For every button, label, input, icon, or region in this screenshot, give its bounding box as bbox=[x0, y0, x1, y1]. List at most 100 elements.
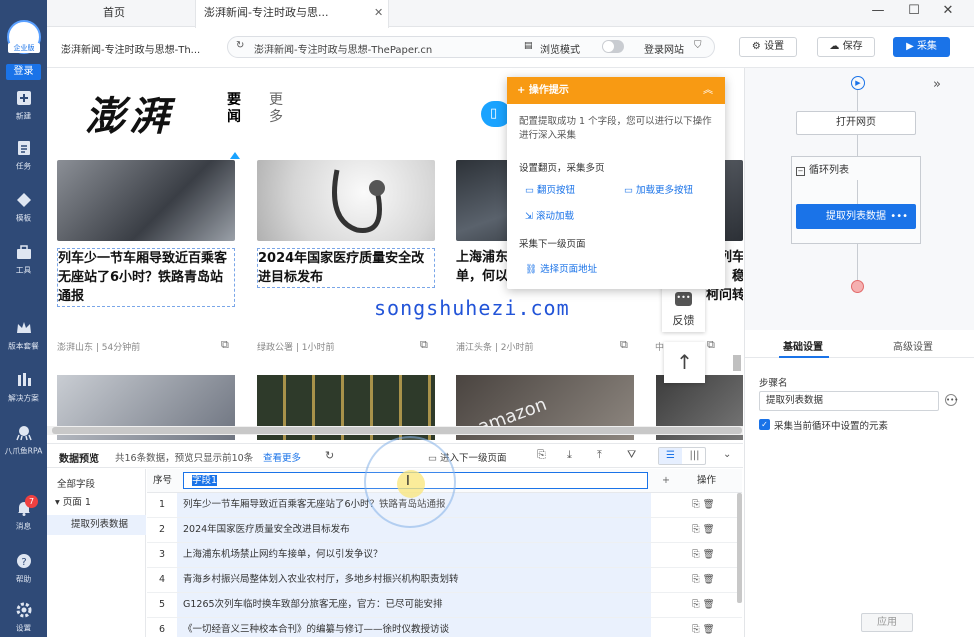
sidebar-item-help[interactable]: ? 帮助 bbox=[0, 553, 47, 597]
row-cell[interactable]: 《一切经音义三种校本合刊》的编纂与修订——徐时仪教授访谈 bbox=[177, 618, 651, 637]
sidebar-item-template[interactable]: 模板 bbox=[0, 192, 47, 236]
sidebar-item-task[interactable]: 任务 bbox=[0, 140, 47, 184]
tab-active-page[interactable]: 澎湃新闻-专注时政与思... bbox=[195, 0, 389, 28]
news-title[interactable]: 列车少一节车厢导致近百乘客无座站了6小时？铁路青岛站通报 bbox=[57, 248, 235, 307]
sidebar-item-rpa[interactable]: 八爪鱼RPA bbox=[0, 425, 47, 469]
list-view-button[interactable]: ☰ bbox=[659, 448, 682, 464]
row-cell[interactable]: 上海浦东机场禁止网约车接单，何以引发争议？ bbox=[177, 543, 651, 567]
news-image[interactable] bbox=[257, 160, 435, 241]
sidebar-item-settings[interactable]: 设置 bbox=[0, 602, 47, 637]
table-scrollbar[interactable] bbox=[737, 493, 742, 603]
column-view-button[interactable]: ||| bbox=[683, 448, 706, 464]
external-link-icon[interactable]: ⧉ bbox=[221, 338, 229, 352]
settings-tabs: 基础设置 高级设置 bbox=[745, 330, 974, 358]
flow-end-icon bbox=[851, 280, 864, 293]
add-column-icon[interactable]: + bbox=[662, 469, 670, 493]
news-image[interactable] bbox=[57, 160, 235, 241]
sidebar-item-plans[interactable]: 版本套餐 bbox=[0, 320, 47, 364]
flow-connector bbox=[857, 90, 858, 111]
link-page-button[interactable]: ▭ 翻页按钮 bbox=[525, 182, 575, 196]
edit-icon[interactable]: ⎘ bbox=[537, 448, 546, 462]
sidebar-item-messages[interactable]: 消息 bbox=[0, 500, 47, 544]
thepaper-logo[interactable]: 澎湃 bbox=[85, 84, 173, 142]
tab-basic-settings[interactable]: 基础设置 bbox=[783, 338, 823, 353]
row-cell[interactable]: 青海乡村振兴局整体划入农业农村厅，多地乡村振兴机构职责划转 bbox=[177, 568, 651, 592]
sidebar-item-tools[interactable]: 工具 bbox=[0, 244, 47, 288]
table-row[interactable]: 3 上海浦东机场禁止网约车接单，何以引发争议？ ⎘ 🗑 bbox=[147, 543, 742, 568]
more-icon[interactable]: ••• bbox=[890, 204, 908, 229]
link-select-url[interactable]: ⛓ 选择页面地址 bbox=[525, 261, 597, 275]
collect-loop-checkbox[interactable]: ✓ bbox=[759, 419, 770, 430]
back-to-top-button[interactable]: ↑ bbox=[664, 342, 705, 383]
more-options-icon[interactable]: ••• bbox=[945, 394, 958, 406]
refresh-icon[interactable]: ↻ bbox=[325, 449, 334, 462]
refresh-icon[interactable]: ↻ bbox=[236, 40, 244, 51]
table-row[interactable]: 5 G1265次列车临时换车致部分旅客无座，官方：已尽可能安排 ⎘ 🗑 bbox=[147, 593, 742, 618]
news-title[interactable]: 2024年国家医疗质量安全改进目标发布 bbox=[257, 248, 435, 288]
url-box[interactable]: ↻ 澎湃新闻-专注时政与思想-ThePaper.cn ▤ 浏览模式 登录网站 ⛉ bbox=[227, 36, 715, 58]
link-label: 加载更多按钮 bbox=[636, 185, 694, 196]
page-title: 澎湃新闻-专注时政与思想-Th... bbox=[61, 45, 201, 56]
export-icon[interactable]: ⤒ bbox=[597, 448, 602, 462]
external-link-icon[interactable]: ⧉ bbox=[707, 338, 715, 352]
tab-home[interactable]: 首页 bbox=[103, 0, 125, 27]
tab-close-icon[interactable]: ✕ bbox=[374, 0, 383, 27]
sidebar-item-solutions[interactable]: 解决方案 bbox=[0, 372, 47, 416]
row-actions[interactable]: ⎘ 🗑 bbox=[692, 518, 715, 542]
nav-news-link[interactable]: 要闻 bbox=[227, 92, 243, 126]
step-name-label: 步骤名 bbox=[759, 378, 788, 389]
flow-start-icon[interactable]: ▶ bbox=[851, 76, 865, 90]
caret-down-icon: ▾ bbox=[55, 497, 63, 508]
flow-node-loop[interactable]: − 循环列表 bbox=[791, 156, 921, 244]
tree-page-1[interactable]: ▾ 页面 1 bbox=[47, 493, 146, 513]
step-name-input[interactable]: 提取列表数据 bbox=[759, 391, 939, 411]
settings-button[interactable]: ⚙ 设置 bbox=[739, 37, 797, 57]
expand-panel-icon[interactable]: » bbox=[933, 77, 941, 92]
flow-node-open-page[interactable]: 打开网页 bbox=[796, 111, 916, 135]
view-more-link[interactable]: 查看更多 bbox=[263, 450, 301, 464]
link-scroll-load[interactable]: ⇲ 滚动加载 bbox=[525, 208, 574, 222]
collapse-panel-icon[interactable]: ⌄ bbox=[723, 449, 731, 460]
row-index: 3 bbox=[158, 549, 166, 560]
row-actions[interactable]: ⎘ 🗑 bbox=[692, 593, 715, 617]
tree-all-fields[interactable]: 全部字段 bbox=[47, 475, 146, 495]
table-row[interactable]: 6 《一切经音义三种校本合刊》的编纂与修订——徐时仪教授访谈 ⎘ 🗑 bbox=[147, 618, 742, 637]
import-icon[interactable]: ⤓ bbox=[567, 448, 572, 462]
page-icon[interactable]: ▤ bbox=[524, 41, 536, 53]
vertical-scrollbar[interactable] bbox=[733, 355, 741, 371]
table-row[interactable]: 4 青海乡村振兴局整体划入农业农村厅，多地乡村振兴机构职责划转 ⎘ 🗑 bbox=[147, 568, 742, 593]
row-actions[interactable]: ⎘ 🗑 bbox=[692, 618, 715, 637]
login-button[interactable]: 登录 bbox=[6, 64, 41, 80]
close-window-icon[interactable]: ✕ bbox=[938, 3, 958, 23]
minimize-icon[interactable]: — bbox=[868, 3, 888, 23]
row-cell[interactable]: G1265次列车临时换车致部分旅客无座，官方：已尽可能安排 bbox=[177, 593, 651, 617]
table-row[interactable]: 2 2024年国家医疗质量安全改进目标发布 ⎘ 🗑 bbox=[147, 518, 742, 543]
news-meta: 澎湃山东 | 54分钟前 bbox=[57, 343, 141, 353]
flow-node-extract[interactable]: 提取列表数据 ••• bbox=[796, 204, 916, 229]
nav-more-link[interactable]: 更多 bbox=[269, 92, 285, 126]
external-link-icon[interactable]: ⧉ bbox=[620, 338, 628, 352]
feedback-button[interactable]: ••• 反馈 bbox=[662, 284, 705, 332]
stethoscope-icon bbox=[332, 169, 385, 233]
external-link-icon[interactable]: ⧉ bbox=[420, 338, 428, 352]
collect-button[interactable]: ▶ 采集 bbox=[893, 37, 950, 57]
row-actions[interactable]: ⎘ 🗑 bbox=[692, 493, 715, 517]
collapse-icon[interactable]: ︽ bbox=[703, 77, 713, 104]
nav-indicator bbox=[230, 152, 240, 159]
login-site-label[interactable]: 登录网站 bbox=[644, 41, 684, 56]
sidebar-item-new[interactable]: 新建 bbox=[0, 90, 47, 134]
link-load-more[interactable]: ▭ 加载更多按钮 bbox=[624, 182, 693, 196]
filter-icon[interactable]: ⛛ bbox=[627, 448, 636, 462]
apply-button[interactable]: 应用 bbox=[861, 613, 913, 632]
maximize-icon[interactable]: ☐ bbox=[904, 3, 924, 23]
tree-extract-list[interactable]: 提取列表数据 bbox=[47, 515, 146, 535]
tab-advanced-settings[interactable]: 高级设置 bbox=[893, 338, 933, 353]
browse-mode-toggle[interactable] bbox=[602, 40, 624, 53]
row-actions[interactable]: ⎘ 🗑 bbox=[692, 568, 715, 592]
horizontal-scrollbar-thumb[interactable] bbox=[52, 427, 742, 434]
save-button[interactable]: ☁ 保存 bbox=[817, 37, 875, 57]
shield-icon[interactable]: ⛉ bbox=[694, 40, 702, 51]
row-actions[interactable]: ⎘ 🗑 bbox=[692, 543, 715, 567]
collapse-box-icon[interactable]: − bbox=[796, 167, 805, 176]
load-more-icon: ▭ bbox=[624, 185, 636, 196]
